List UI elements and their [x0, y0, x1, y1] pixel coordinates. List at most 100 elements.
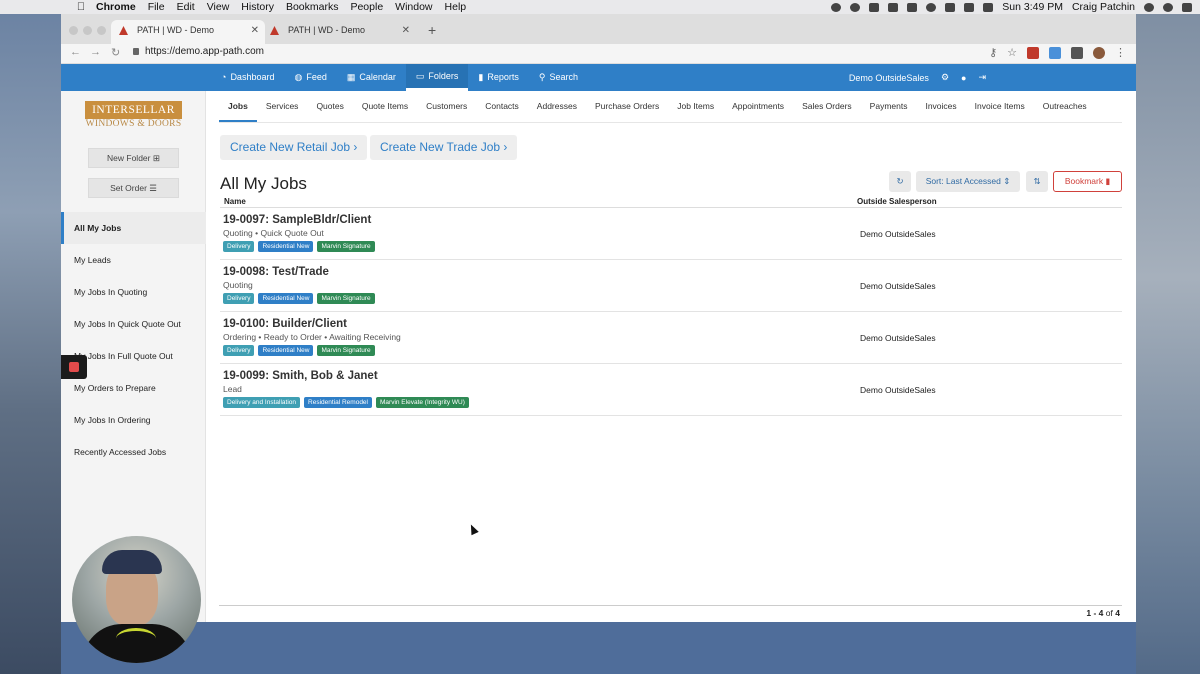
tab-quote-items[interactable]: Quote Items	[353, 91, 417, 122]
clock[interactable]: Sun 3:49 PM	[1002, 1, 1063, 13]
nav-calendar[interactable]: ▦ Calendar	[337, 64, 406, 91]
back-icon[interactable]: ←	[70, 46, 81, 58]
sync-icon[interactable]	[907, 2, 918, 12]
reload-icon[interactable]: ↻	[111, 46, 120, 59]
chat-icon[interactable]: ●	[961, 73, 966, 83]
menu-people[interactable]: People	[350, 1, 383, 13]
logout-icon[interactable]: ⇥	[978, 72, 986, 83]
plus-square-icon: ⊞	[152, 153, 160, 163]
sidebar-item-all-my-jobs[interactable]: All My Jobs	[61, 212, 206, 244]
address-bar[interactable]: https://demo.app-path.com	[133, 46, 264, 57]
record-stop-button[interactable]	[61, 355, 87, 379]
tab-invoice-items[interactable]: Invoice Items	[966, 91, 1034, 122]
menu-history[interactable]: History	[241, 1, 274, 13]
table-row[interactable]: 19-0098: Test/Trade Quoting Delivery Reside…	[220, 260, 1122, 312]
sidebar-item-jobs-in-ordering[interactable]: My Jobs In Ordering	[61, 404, 206, 436]
menu-file[interactable]: File	[148, 1, 165, 13]
refresh-button[interactable]: ↻	[889, 171, 911, 192]
close-window-button[interactable]	[69, 26, 78, 35]
sidebar-item-my-leads[interactable]: My Leads	[61, 244, 206, 276]
sort-dropdown[interactable]: Sort: Last Accessed ⇕	[916, 171, 1020, 192]
tab-purchase-orders[interactable]: Purchase Orders	[586, 91, 668, 122]
tab-payments[interactable]: Payments	[861, 91, 917, 122]
new-tab-icon[interactable]: +	[428, 22, 436, 38]
battery-icon[interactable]	[983, 2, 994, 12]
notification-center-icon[interactable]	[1182, 2, 1192, 12]
pager-range: 1 - 4	[1086, 608, 1104, 618]
close-tab-icon[interactable]: ✕	[251, 20, 259, 41]
zoom-window-button[interactable]	[97, 26, 106, 35]
job-title[interactable]: 19-0099: Smith, Bob & Janet	[223, 370, 378, 382]
close-tab-icon[interactable]: ✕	[402, 20, 410, 41]
tab-quotes[interactable]: Quotes	[307, 91, 352, 122]
user-name[interactable]: Craig Patchin	[1072, 1, 1135, 13]
minimize-window-button[interactable]	[83, 26, 92, 35]
table-row[interactable]: 19-0099: Smith, Bob & Janet Lead Delivery …	[220, 364, 1122, 416]
siri-icon[interactable]	[1163, 2, 1173, 12]
sidebar-item-quick-quote-out[interactable]: My Jobs In Quick Quote Out	[61, 308, 206, 340]
dashboard-icon: ◔	[221, 72, 227, 82]
forward-icon[interactable]: →	[90, 46, 101, 58]
table-row[interactable]: 19-0100: Builder/Client Ordering • Ready …	[220, 312, 1122, 364]
new-folder-button[interactable]: New Folder ⊞	[88, 148, 179, 168]
menu-help[interactable]: Help	[445, 1, 467, 13]
tab-services[interactable]: Services	[257, 91, 308, 122]
wifi-icon[interactable]	[964, 2, 975, 12]
extension-icon[interactable]	[1027, 46, 1039, 59]
nav-dashboard[interactable]: ◔ Dashboard	[211, 64, 284, 91]
tag-badge: Marvin Signature	[317, 241, 375, 252]
tab-addresses[interactable]: Addresses	[528, 91, 586, 122]
url-text: https://demo.app-path.com	[145, 46, 264, 57]
apple-icon[interactable]: 	[72, 1, 90, 13]
tab-customers[interactable]: Customers	[417, 91, 476, 122]
browser-tab-1[interactable]: PATH | WD - Demo ✕	[111, 20, 265, 44]
menu-dots-icon[interactable]: ⋮	[1115, 46, 1126, 59]
create-trade-job-button[interactable]: Create New Trade Job ›	[370, 135, 518, 160]
profile-avatar[interactable]	[1093, 46, 1105, 59]
time-machine-icon[interactable]	[926, 2, 937, 12]
status-icon[interactable]	[831, 2, 842, 12]
nav-folders[interactable]: ▭ Folders	[405, 64, 469, 91]
tab-job-items[interactable]: Job Items	[668, 91, 723, 122]
bluetooth-icon[interactable]	[945, 2, 956, 12]
create-retail-job-button[interactable]: Create New Retail Job ›	[220, 135, 368, 160]
menu-bookmarks[interactable]: Bookmarks	[286, 1, 339, 13]
sort-direction-button[interactable]: ⇅	[1026, 171, 1048, 192]
job-title[interactable]: 19-0097: SampleBldr/Client	[223, 214, 371, 226]
check-icon[interactable]	[850, 2, 861, 12]
spotlight-icon[interactable]	[1144, 2, 1154, 12]
set-order-button[interactable]: Set Order ☰	[88, 178, 179, 198]
nav-feed[interactable]: ◍ Feed	[284, 64, 336, 91]
tab-jobs[interactable]: Jobs	[219, 91, 257, 122]
extension-icon[interactable]	[1071, 46, 1083, 59]
nav-reports[interactable]: ▮ Reports	[468, 64, 528, 91]
tab-invoices[interactable]: Invoices	[916, 91, 965, 122]
menu-view[interactable]: View	[207, 1, 230, 13]
extension-icon[interactable]	[1049, 46, 1061, 59]
bookmark-button[interactable]: Bookmark ▮	[1053, 171, 1122, 192]
menu-window[interactable]: Window	[395, 1, 432, 13]
browser-tab-2[interactable]: PATH | WD - Demo ✕	[262, 20, 416, 44]
column-header-salesperson[interactable]: Outside Salesperson	[857, 197, 937, 206]
tab-sales-orders[interactable]: Sales Orders	[793, 91, 861, 122]
printer-icon[interactable]	[888, 2, 899, 12]
table-row[interactable]: 19-0097: SampleBldr/Client Quoting • Quic…	[220, 208, 1122, 260]
key-icon[interactable]: ⚷	[989, 46, 997, 59]
nav-search[interactable]: ⚲ Search	[529, 64, 588, 91]
job-title[interactable]: 19-0100: Builder/Client	[223, 318, 347, 330]
tab-title: PATH | WD - Demo	[288, 25, 366, 35]
tab-outreaches[interactable]: Outreaches	[1034, 91, 1096, 122]
lock-icon	[133, 48, 139, 55]
menu-app-name[interactable]: Chrome	[96, 1, 136, 13]
dropbox-icon[interactable]	[869, 2, 880, 12]
sidebar-item-jobs-in-quoting[interactable]: My Jobs In Quoting	[61, 276, 206, 308]
job-title[interactable]: 19-0098: Test/Trade	[223, 266, 329, 278]
gear-icon[interactable]: ⚙	[941, 72, 949, 83]
user-menu[interactable]: Demo OutsideSales	[849, 73, 929, 83]
menu-edit[interactable]: Edit	[177, 1, 195, 13]
tab-appointments[interactable]: Appointments	[723, 91, 793, 122]
sidebar-item-recently-accessed[interactable]: Recently Accessed Jobs	[61, 436, 206, 468]
star-icon[interactable]: ☆	[1007, 46, 1017, 59]
tab-contacts[interactable]: Contacts	[476, 91, 528, 122]
column-header-name[interactable]: Name	[224, 197, 246, 206]
